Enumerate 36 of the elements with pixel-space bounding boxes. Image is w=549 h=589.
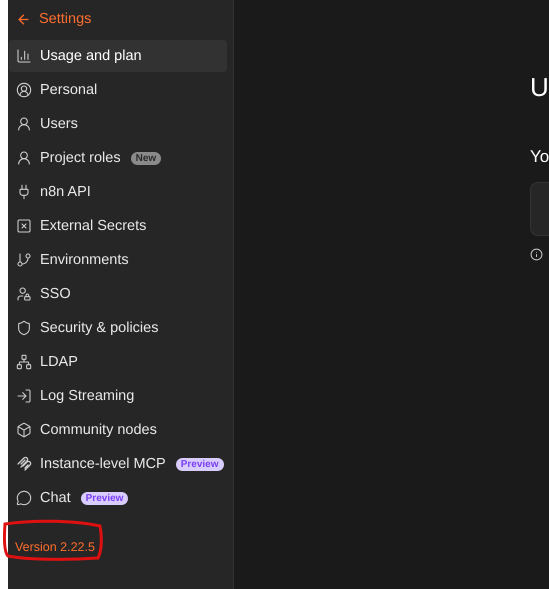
info-icon bbox=[530, 248, 543, 261]
item-label: Personal bbox=[40, 82, 98, 98]
item-label: Environments bbox=[40, 252, 129, 268]
chat-bubble-icon bbox=[16, 490, 32, 506]
item-label: LDAP bbox=[40, 354, 78, 370]
item-label: External Secrets bbox=[40, 218, 146, 234]
item-label: Instance-level MCP bbox=[40, 456, 166, 472]
log-in-icon bbox=[16, 388, 32, 404]
page-title: U bbox=[530, 71, 549, 104]
user-icon bbox=[16, 150, 32, 166]
user-circle-icon bbox=[16, 82, 32, 98]
item-label: n8n API bbox=[40, 184, 91, 200]
branch-icon bbox=[16, 252, 32, 268]
item-label: Chat bbox=[40, 490, 71, 506]
item-label: Users bbox=[40, 116, 78, 132]
status-badge: Preview bbox=[176, 458, 224, 470]
shield-icon bbox=[16, 320, 32, 336]
user-lock-icon bbox=[16, 286, 32, 302]
bar-chart-icon bbox=[16, 48, 32, 64]
item-label: Community nodes bbox=[40, 422, 157, 438]
item-label: Security & policies bbox=[40, 320, 158, 336]
cube-icon bbox=[16, 422, 32, 438]
item-label: Project roles bbox=[40, 150, 121, 166]
user-icon bbox=[16, 116, 32, 132]
squiggle-icon bbox=[16, 456, 32, 472]
network-icon bbox=[16, 354, 32, 370]
version-label: Version 2.22.5 bbox=[15, 540, 95, 554]
item-label: Usage and plan bbox=[40, 48, 142, 64]
status-badge: New bbox=[130, 152, 162, 164]
section-heading: Yo bbox=[530, 146, 549, 168]
status-badge: Preview bbox=[80, 492, 128, 504]
item-label: SSO bbox=[40, 286, 71, 302]
back-link[interactable]: Settings bbox=[9, 0, 233, 28]
square-x-icon bbox=[16, 218, 32, 234]
sidebar-item[interactable]: Usage and plan bbox=[9, 40, 227, 72]
item-label: Log Streaming bbox=[40, 388, 134, 404]
